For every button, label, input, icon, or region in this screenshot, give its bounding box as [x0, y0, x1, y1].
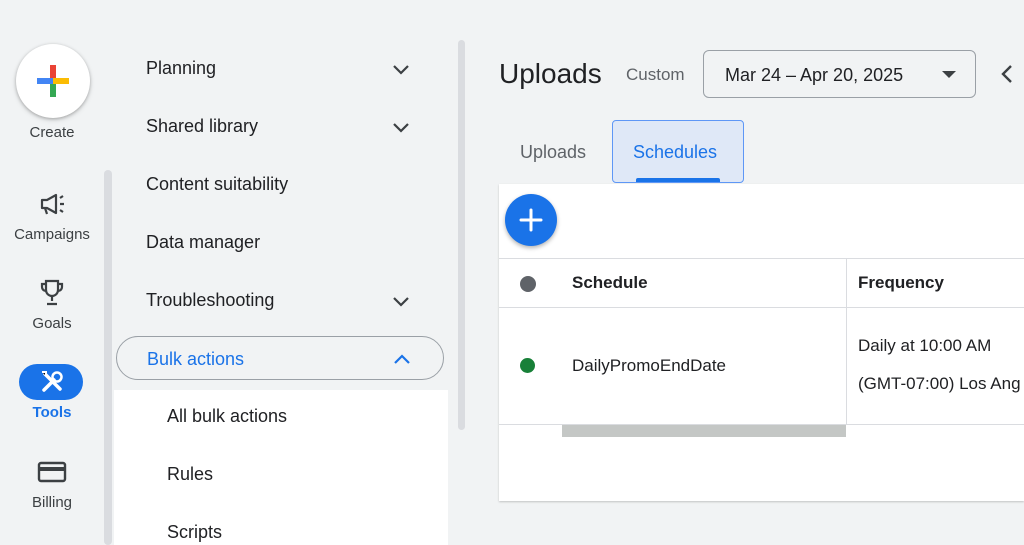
plus-icon	[519, 208, 543, 232]
tab-schedules[interactable]: Schedules	[612, 120, 744, 183]
table-header: Schedule Frequency	[499, 258, 1024, 308]
menu-item-shared-library[interactable]: Shared library	[114, 104, 448, 148]
submenu-item-rules[interactable]: Rules	[167, 464, 213, 485]
menu-item-label: Shared library	[146, 116, 259, 136]
column-header-frequency[interactable]: Frequency	[858, 273, 944, 293]
menu-item-label: Troubleshooting	[146, 290, 275, 310]
rail-item-label: Billing	[31, 494, 73, 511]
bulk-actions-submenu: All bulk actions Rules Scripts	[114, 390, 448, 545]
dropdown-caret-icon	[942, 71, 956, 78]
credit-card-icon	[37, 461, 67, 483]
chevron-up-icon	[394, 354, 410, 364]
horizontal-scrollbar[interactable]	[562, 425, 846, 437]
menu-item-data-manager[interactable]: Data manager	[114, 220, 448, 264]
nav-rail: Create Campaigns Goals Tools Billing	[0, 0, 104, 545]
status-column-icon[interactable]	[520, 276, 536, 292]
rail-scrollbar[interactable]	[104, 170, 112, 545]
frequency-timezone: (GMT-07:00) Los Ang	[858, 374, 1021, 393]
menu-item-label: Planning	[146, 58, 217, 78]
trophy-icon	[40, 279, 64, 306]
tab-label: Uploads	[520, 142, 587, 162]
chevron-down-icon	[393, 297, 409, 307]
menu-item-bulk-actions[interactable]: Bulk actions	[116, 336, 444, 380]
rail-item-goals[interactable]: Goals	[0, 277, 104, 341]
schedule-name[interactable]: DailyPromoEndDate	[572, 356, 726, 376]
chevron-down-icon	[393, 123, 409, 133]
schedules-card: Schedule Frequency DailyPromoEndDate Dai…	[499, 184, 1024, 501]
status-enabled-icon	[520, 358, 535, 373]
menu-item-content-suitability[interactable]: Content suitability	[114, 162, 448, 206]
date-range-type: Custom	[626, 65, 685, 84]
rail-item-label: Campaigns	[14, 226, 90, 243]
date-range-value: Mar 24 – Apr 20, 2025	[725, 65, 904, 85]
submenu-item-all-bulk-actions[interactable]: All bulk actions	[167, 406, 287, 427]
rail-item-billing[interactable]: Billing	[0, 456, 104, 520]
menu-item-troubleshooting[interactable]: Troubleshooting	[114, 278, 448, 322]
submenu-item-scripts[interactable]: Scripts	[167, 522, 222, 543]
page-title: Uploads	[499, 58, 602, 89]
plus-multicolor-icon	[37, 65, 69, 97]
add-schedule-button[interactable]	[505, 194, 557, 246]
menu-item-label: Data manager	[146, 232, 261, 252]
rail-item-label: Goals	[32, 315, 72, 332]
tab-uploads[interactable]: Uploads	[500, 120, 620, 183]
date-range-picker[interactable]: Mar 24 – Apr 20, 2025	[703, 50, 976, 98]
menu-item-label: Bulk actions	[147, 349, 245, 369]
main-content: Uploads Custom Mar 24 – Apr 20, 2025 Upl…	[470, 0, 1024, 545]
rail-item-campaigns[interactable]: Campaigns	[0, 188, 104, 252]
chevron-left-icon[interactable]	[996, 62, 1020, 86]
create-label: Create	[29, 124, 75, 141]
create-button[interactable]	[16, 44, 90, 118]
menu-scrollbar[interactable]	[458, 40, 465, 430]
menu-item-planning[interactable]: Planning	[114, 46, 448, 90]
tab-label: Schedules	[633, 142, 718, 162]
rail-item-tools[interactable]: Tools	[0, 364, 104, 430]
column-header-schedule[interactable]: Schedule	[572, 273, 648, 293]
megaphone-icon	[40, 193, 64, 215]
tools-icon	[42, 371, 63, 392]
table-row[interactable]: DailyPromoEndDate Daily at 10:00 AM (GMT…	[499, 308, 1024, 425]
rail-item-label: Tools	[32, 404, 72, 421]
frequency-time: Daily at 10:00 AM	[858, 336, 992, 355]
chevron-down-icon	[393, 65, 409, 75]
tab-selected-indicator	[636, 178, 720, 182]
menu-item-label: Content suitability	[146, 174, 289, 194]
tools-menu: Planning Shared library Content suitabil…	[114, 0, 448, 545]
